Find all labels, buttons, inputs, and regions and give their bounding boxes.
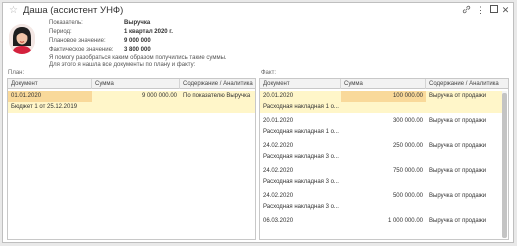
plan-col-content[interactable]: Содержание / Аналитика	[180, 79, 255, 89]
window-title: Даша (ассистент УНФ)	[23, 5, 124, 16]
title-bar: ☆ Даша (ассистент УНФ) ⋮ ✕	[3, 3, 513, 19]
close-icon[interactable]: ✕	[500, 5, 511, 16]
assistant-message-line-2: Для этого я нашла все документы по плану…	[49, 62, 196, 68]
fact-table-row-detail[interactable]: Расходная накладная 3 о...	[260, 177, 502, 188]
plan-col-sum[interactable]: Сумма	[92, 79, 180, 89]
fact-table-scrollbar[interactable]	[502, 91, 507, 238]
link-icon[interactable]	[461, 5, 472, 16]
fact-table-row[interactable]: 24.02.2020 250 000.00 Выручка от продажи	[260, 141, 502, 152]
fact-col-content[interactable]: Содержание / Аналитика	[426, 79, 508, 89]
fact-table-row[interactable]: 20.01.2020 300 000.00 Выручка от продажи	[260, 116, 502, 127]
plan-label: План:	[8, 70, 25, 76]
fact-table[interactable]: Документ Сумма Содержание / Аналитика 20…	[259, 78, 509, 240]
assistant-window: ☆ Даша (ассистент УНФ) ⋮ ✕ Показатель: В…	[2, 2, 514, 243]
maximize-icon[interactable]	[488, 5, 499, 16]
plan-table-header: Документ Сумма Содержание / Аналитика	[8, 79, 255, 89]
fact-col-document[interactable]: Документ	[260, 79, 341, 89]
fact-col-sum[interactable]: Сумма	[341, 79, 426, 89]
favorite-star-icon[interactable]: ☆	[9, 5, 18, 16]
plan-table[interactable]: Документ Сумма Содержание / Аналитика 01…	[7, 78, 256, 240]
fact-table-row-detail[interactable]: Расходная накладная 3 о...	[260, 202, 502, 213]
fact-table-row[interactable]: 06.03.2020 1 000 000.00 Выручка от прода…	[260, 216, 502, 227]
plan-table-row[interactable]: 01.01.2020 9 000 000.00 По показателю Вы…	[8, 91, 255, 102]
fact-table-row-detail[interactable]: Расходная накладная 1 о...	[260, 127, 502, 138]
more-icon[interactable]: ⋮	[475, 5, 486, 16]
fact-table-header: Документ Сумма Содержание / Аналитика	[260, 79, 508, 89]
assistant-avatar	[9, 24, 35, 54]
fact-label: Факт:	[261, 70, 277, 76]
fact-table-scroll-thumb[interactable]	[502, 93, 507, 238]
plan-table-row-detail[interactable]: Бюджет 1 от 25.12.2019	[8, 102, 255, 113]
fact-table-row-detail[interactable]: Расходная накладная 3 о...	[260, 152, 502, 163]
fact-table-row-detail[interactable]: Расходная накладная 1 о...	[260, 102, 502, 113]
plan-col-document[interactable]: Документ	[8, 79, 92, 89]
fact-table-row[interactable]: 20.01.2020 100 000.00 Выручка от продажи	[260, 91, 502, 102]
fact-table-row[interactable]: 24.02.2020 750 000.00 Выручка от продажи	[260, 166, 502, 177]
assistant-message-line-1: Я помогу разобраться каким образом получ…	[49, 55, 227, 61]
fact-table-row[interactable]: 24.02.2020 500 000.00 Выручка от продажи	[260, 191, 502, 202]
